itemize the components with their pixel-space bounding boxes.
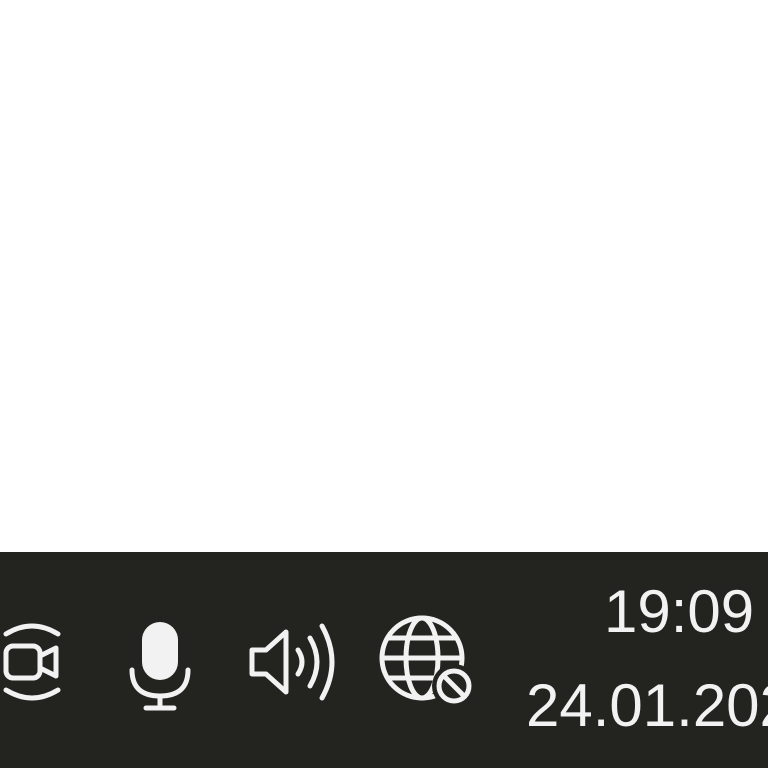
desktop-area [0, 0, 768, 552]
camera-in-use-icon[interactable] [0, 612, 82, 712]
system-clock[interactable]: 19:09 24.01.2024 [510, 576, 768, 756]
taskbar: 19:09 24.01.2024 [0, 552, 768, 768]
microphone-icon[interactable] [110, 612, 210, 712]
globe-icon-glyph [379, 615, 476, 708]
clock-time: 19:09 [604, 578, 755, 645]
volume-icon[interactable] [246, 612, 346, 712]
clock-date: 24.01.2024 [526, 672, 768, 739]
microphone-icon-glyph [129, 622, 191, 711]
camera-icon-glyph [3, 623, 61, 701]
volume-icon-glyph [249, 623, 335, 701]
network-no-internet-icon[interactable] [378, 612, 478, 712]
